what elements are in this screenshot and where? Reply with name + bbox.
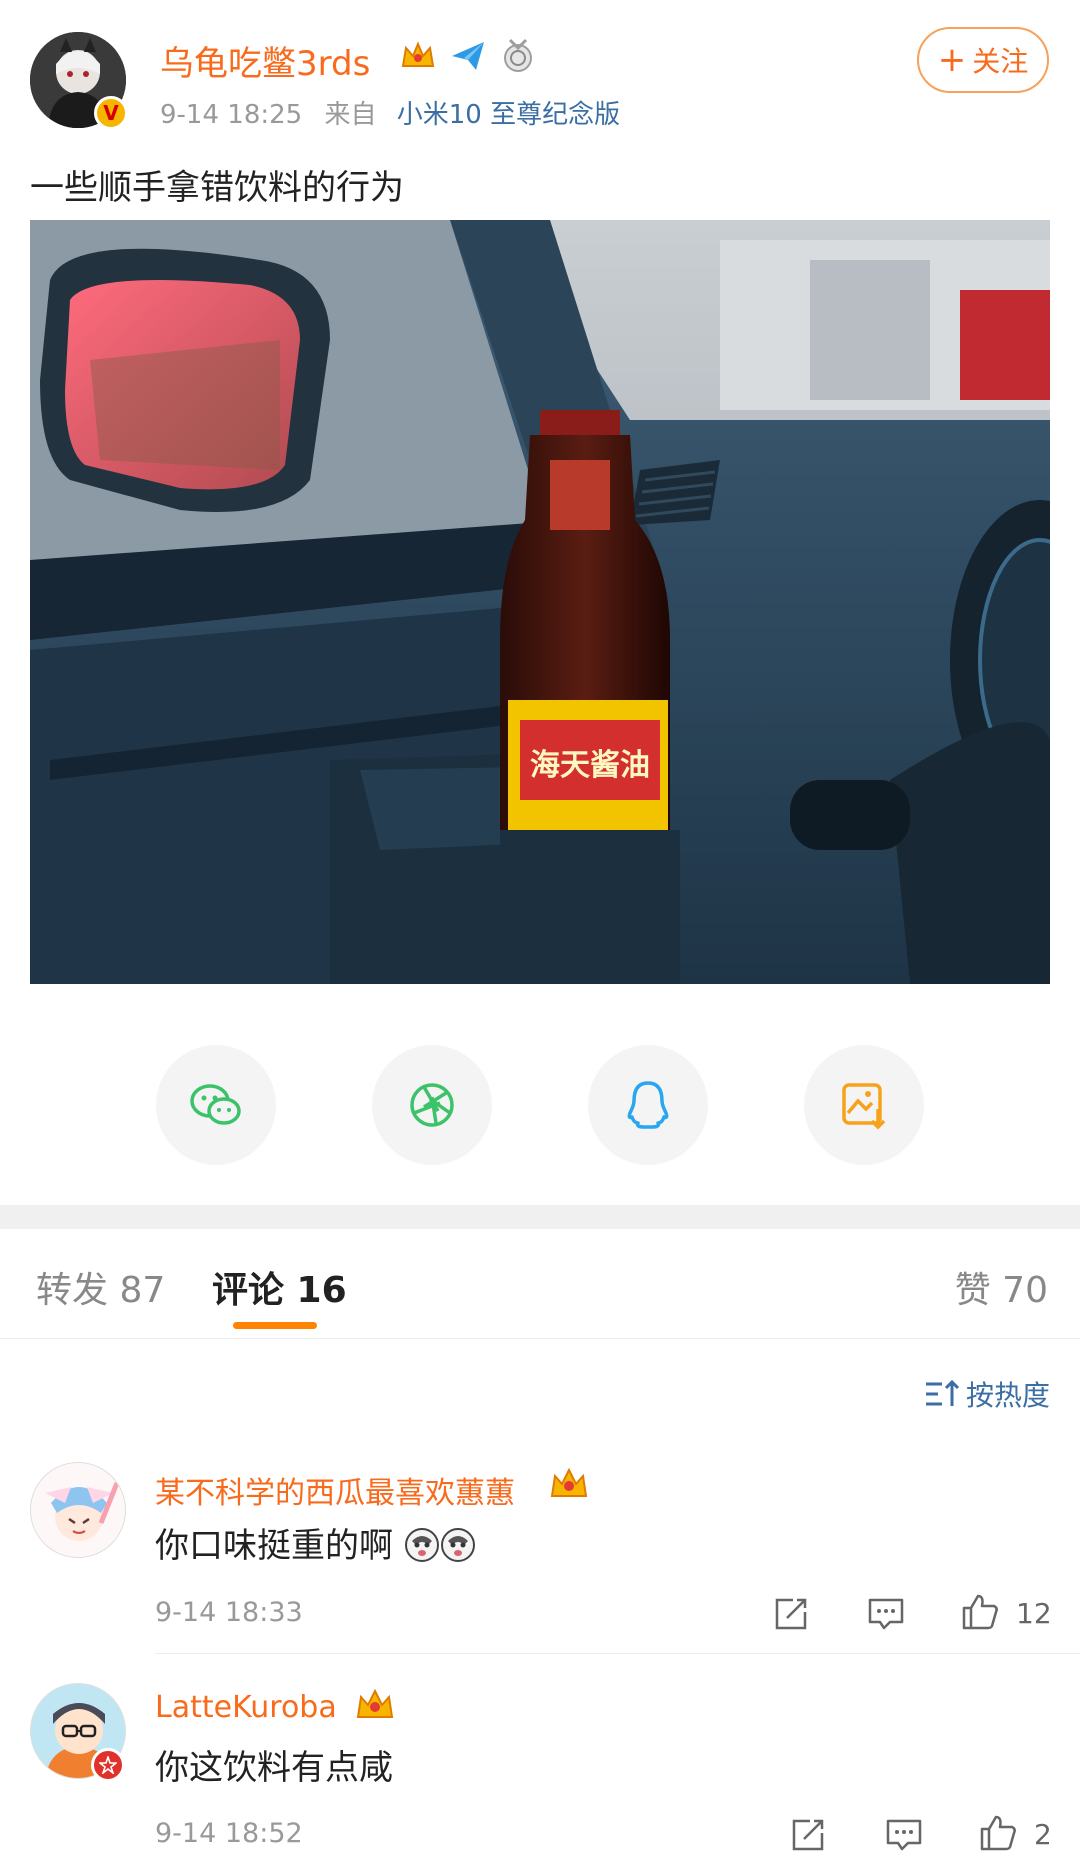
share-row (0, 1045, 1080, 1165)
comment-separator (155, 1653, 1080, 1654)
share-qq-button[interactable] (588, 1045, 708, 1165)
author-badges (398, 36, 538, 76)
comment-text: 你这饮料有点咸 (155, 1748, 393, 1788)
like-count: 2 (1034, 1818, 1052, 1851)
crown-icon (398, 36, 438, 76)
source-prefix: 来自 (324, 100, 377, 130)
like-icon[interactable] (960, 1592, 1000, 1632)
sort-icon (925, 1379, 960, 1406)
vip-crown-icon (356, 1688, 394, 1718)
paper-plane-icon (448, 36, 488, 76)
repost-icon[interactable] (788, 1815, 828, 1855)
reply-icon[interactable] (884, 1815, 924, 1855)
medal-icon (498, 36, 538, 76)
verified-badge-icon: V (94, 96, 128, 130)
active-tab-indicator (233, 1322, 317, 1329)
vip-crown-icon (550, 1467, 588, 1497)
commenter-name[interactable]: LatteKuroba (155, 1690, 337, 1725)
comment-time: 9-14 18:52 (155, 1818, 303, 1849)
follow-button[interactable]: + 关注 (917, 27, 1049, 93)
share-moments-button[interactable] (372, 1045, 492, 1165)
interaction-tabs: 转发 87 评论 16 赞 70 (0, 1229, 1080, 1339)
like-icon[interactable] (978, 1813, 1018, 1853)
comment-text-content: 你口味挺重的啊 (155, 1526, 393, 1566)
comment-time: 9-14 18:33 (155, 1597, 303, 1628)
tab-repost[interactable]: 转发 87 (36, 1261, 165, 1313)
commenter-avatar[interactable] (30, 1462, 126, 1558)
post-text: 一些顺手拿错饮料的行为 (30, 168, 404, 208)
husky-emoji-icon (440, 1528, 475, 1562)
section-divider (0, 1205, 1080, 1229)
post-photo[interactable]: 海天酱油 (30, 220, 1050, 984)
sort-button[interactable]: 按热度 (924, 1374, 1050, 1414)
husky-emoji-icon (404, 1528, 439, 1562)
wechat-icon (190, 1084, 241, 1125)
author-name[interactable]: 乌龟吃鳖3rds (160, 36, 370, 85)
post-device[interactable]: 小米10 至尊纪念版 (397, 100, 620, 130)
sort-label: 按热度 (965, 1379, 1050, 1412)
follow-label: 关注 (972, 45, 1029, 78)
reply-icon[interactable] (866, 1594, 906, 1634)
commenter-name[interactable]: 某不科学的西瓜最喜欢蕙蕙 (155, 1468, 515, 1512)
author-avatar[interactable]: V (30, 32, 128, 130)
repost-icon[interactable] (771, 1594, 811, 1634)
like-count: 12 (1016, 1597, 1052, 1630)
save-image-button[interactable] (804, 1045, 924, 1165)
comment-text: 你口味挺重的啊 (155, 1518, 476, 1567)
share-wechat-button[interactable] (156, 1045, 276, 1165)
tab-comments[interactable]: 评论 16 (212, 1261, 347, 1313)
qq-icon (627, 1081, 669, 1129)
member-badge-icon (91, 1748, 125, 1782)
post-header: V 乌龟吃鳖3rds 9-14 18:25 来自 小米10 至尊纪念版 + 关注 (0, 0, 1080, 150)
moments-icon (410, 1083, 454, 1127)
post-time: 9-14 18:25 (160, 100, 303, 130)
tab-likes[interactable]: 赞 70 (955, 1261, 1048, 1313)
plus-icon: + (937, 40, 967, 80)
post-meta: 9-14 18:25 来自 小米10 至尊纪念版 (160, 94, 620, 131)
save-image-icon (842, 1083, 886, 1130)
bottle-label: 海天酱油 (530, 748, 650, 783)
